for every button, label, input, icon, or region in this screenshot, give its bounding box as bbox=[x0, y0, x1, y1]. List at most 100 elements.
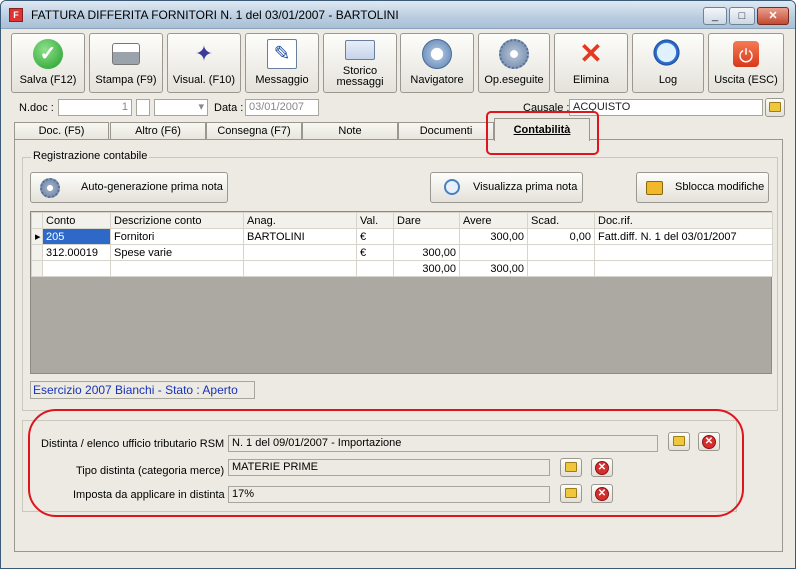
window-title: FATTURA DIFFERITA FORNITORI N. 1 del 03/… bbox=[31, 8, 399, 22]
table-cell[interactable] bbox=[527, 244, 595, 261]
delete-button[interactable]: ✕ Elimina bbox=[554, 33, 628, 93]
view-prima-nota-button[interactable]: Visualizza prima nota bbox=[430, 172, 583, 203]
column-header[interactable]: Doc.rif. bbox=[594, 212, 773, 229]
maximize-button[interactable]: □ bbox=[729, 7, 755, 25]
entries-grid: Conto Descrizione conto Anag. Val. Dare … bbox=[30, 211, 773, 374]
column-header[interactable]: Conto bbox=[42, 212, 111, 229]
magnifier-icon bbox=[444, 179, 460, 195]
ndoc-suffix-field[interactable] bbox=[136, 99, 150, 116]
table-cell[interactable]: Fornitori bbox=[110, 228, 244, 245]
envelope-icon bbox=[345, 40, 375, 60]
message-button[interactable]: ✎ Messaggio bbox=[245, 33, 319, 93]
table-cell bbox=[42, 260, 111, 277]
close-button[interactable]: ✕ bbox=[757, 7, 789, 25]
title-bar: F FATTURA DIFFERITA FORNITORI N. 1 del 0… bbox=[1, 1, 795, 29]
table-cell[interactable]: 0,00 bbox=[527, 228, 595, 245]
log-label: Log bbox=[658, 74, 678, 86]
ndoc-label: N.doc : bbox=[19, 102, 54, 114]
table-cell[interactable]: € bbox=[356, 244, 394, 261]
folder-icon bbox=[769, 102, 781, 112]
tab-altro[interactable]: Altro (F6) bbox=[110, 122, 206, 140]
minimize-button[interactable]: _ bbox=[703, 7, 727, 25]
view-button[interactable]: ✦ Visual. (F10) bbox=[167, 33, 241, 93]
message-history-button[interactable]: Storico messaggi bbox=[323, 33, 397, 93]
navigator-button[interactable]: Navigatore bbox=[400, 33, 474, 93]
table-cell[interactable] bbox=[243, 244, 357, 261]
table-cell bbox=[110, 260, 244, 277]
table-cell[interactable]: BARTOLINI bbox=[243, 228, 357, 245]
delete-label: Elimina bbox=[572, 74, 610, 86]
table-cell[interactable]: 300,00 bbox=[393, 244, 460, 261]
total-avere: 300,00 bbox=[459, 260, 528, 277]
operations-button[interactable]: Op.eseguite bbox=[478, 33, 550, 93]
printer-icon bbox=[112, 43, 140, 65]
highlight-tab-annotation bbox=[486, 111, 599, 155]
tab-doc[interactable]: Doc. (F5) bbox=[14, 122, 109, 140]
tab-documenti[interactable]: Documenti bbox=[398, 122, 494, 140]
causale-lookup-button[interactable] bbox=[765, 98, 785, 117]
navigator-label: Navigatore bbox=[410, 74, 464, 86]
save-button[interactable]: ✓ Salva (F12) bbox=[11, 33, 85, 93]
compass-icon bbox=[422, 39, 452, 69]
table-row[interactable]: 312.00019 Spese varie € 300,00 bbox=[31, 244, 773, 261]
check-icon: ✓ bbox=[33, 39, 63, 69]
table-cell[interactable]: 300,00 bbox=[459, 228, 528, 245]
column-header[interactable]: Anag. bbox=[243, 212, 357, 229]
exit-button[interactable]: ⏻ Uscita (ESC) bbox=[708, 33, 784, 93]
entries-table: Conto Descrizione conto Anag. Val. Dare … bbox=[31, 212, 773, 277]
app-icon: F bbox=[9, 8, 23, 22]
auto-generate-button[interactable]: Auto-generazione prima nota bbox=[30, 172, 228, 203]
total-dare: 300,00 bbox=[393, 260, 460, 277]
table-cell[interactable] bbox=[594, 244, 773, 261]
gear-icon bbox=[40, 178, 60, 198]
pen-icon: ✎ bbox=[267, 39, 297, 69]
unlock-label: Sblocca modifiche bbox=[675, 181, 765, 193]
print-label: Stampa (F9) bbox=[95, 74, 157, 86]
lock-icon bbox=[646, 181, 663, 195]
table-cell[interactable] bbox=[459, 244, 528, 261]
auto-generate-label: Auto-generazione prima nota bbox=[81, 181, 223, 193]
power-icon: ⏻ bbox=[733, 41, 759, 67]
highlight-distinta-annotation bbox=[28, 409, 744, 517]
table-cell bbox=[356, 260, 394, 277]
fiscal-year-status: Esercizio 2007 Bianchi - Stato : Aperto bbox=[30, 381, 255, 399]
table-cell[interactable] bbox=[393, 228, 460, 245]
save-label: Salva (F12) bbox=[19, 74, 77, 86]
ndoc-series-select[interactable]: ▾ bbox=[154, 99, 208, 116]
column-header[interactable]: Descrizione conto bbox=[110, 212, 244, 229]
date-field[interactable]: 03/01/2007 bbox=[245, 99, 319, 116]
print-button[interactable]: Stampa (F9) bbox=[89, 33, 163, 93]
log-button[interactable]: Log bbox=[632, 33, 704, 93]
magnifier-icon bbox=[653, 39, 683, 69]
column-header[interactable]: Dare bbox=[393, 212, 460, 229]
table-row[interactable]: ▸ 205 Fornitori BARTOLINI € 300,00 0,00 … bbox=[31, 228, 773, 245]
table-cell[interactable]: Spese varie bbox=[110, 244, 244, 261]
table-cell bbox=[594, 260, 773, 277]
main-window: F FATTURA DIFFERITA FORNITORI N. 1 del 0… bbox=[0, 0, 796, 569]
row-selector[interactable] bbox=[31, 244, 43, 261]
row-selector bbox=[31, 260, 43, 277]
table-cell[interactable]: € bbox=[356, 228, 394, 245]
row-selector[interactable]: ▸ bbox=[31, 228, 43, 245]
view-prima-nota-label: Visualizza prima nota bbox=[473, 181, 578, 193]
column-header[interactable]: Scad. bbox=[527, 212, 595, 229]
exit-label: Uscita (ESC) bbox=[714, 74, 778, 86]
message-history-label: Storico messaggi bbox=[336, 65, 384, 88]
message-label: Messaggio bbox=[255, 74, 309, 86]
tab-consegna[interactable]: Consegna (F7) bbox=[206, 122, 302, 140]
ndoc-field[interactable]: 1 bbox=[58, 99, 132, 116]
red-x-icon: ✕ bbox=[579, 38, 603, 69]
tab-note[interactable]: Note bbox=[302, 122, 398, 140]
table-cell[interactable]: 205 bbox=[42, 228, 111, 245]
table-cell[interactable]: Fatt.diff. N. 1 del 03/01/2007 bbox=[594, 228, 773, 245]
view-label: Visual. (F10) bbox=[172, 74, 236, 86]
column-header[interactable]: Val. bbox=[356, 212, 394, 229]
table-cell[interactable]: 312.00019 bbox=[42, 244, 111, 261]
gears-icon bbox=[499, 39, 529, 69]
magic-wand-icon: ✦ bbox=[194, 41, 214, 66]
column-header[interactable]: Avere bbox=[459, 212, 528, 229]
operations-label: Op.eseguite bbox=[484, 74, 544, 86]
row-selector-header bbox=[31, 212, 43, 229]
unlock-button[interactable]: Sblocca modifiche bbox=[636, 172, 769, 203]
totals-row: 300,00 300,00 bbox=[31, 260, 773, 277]
